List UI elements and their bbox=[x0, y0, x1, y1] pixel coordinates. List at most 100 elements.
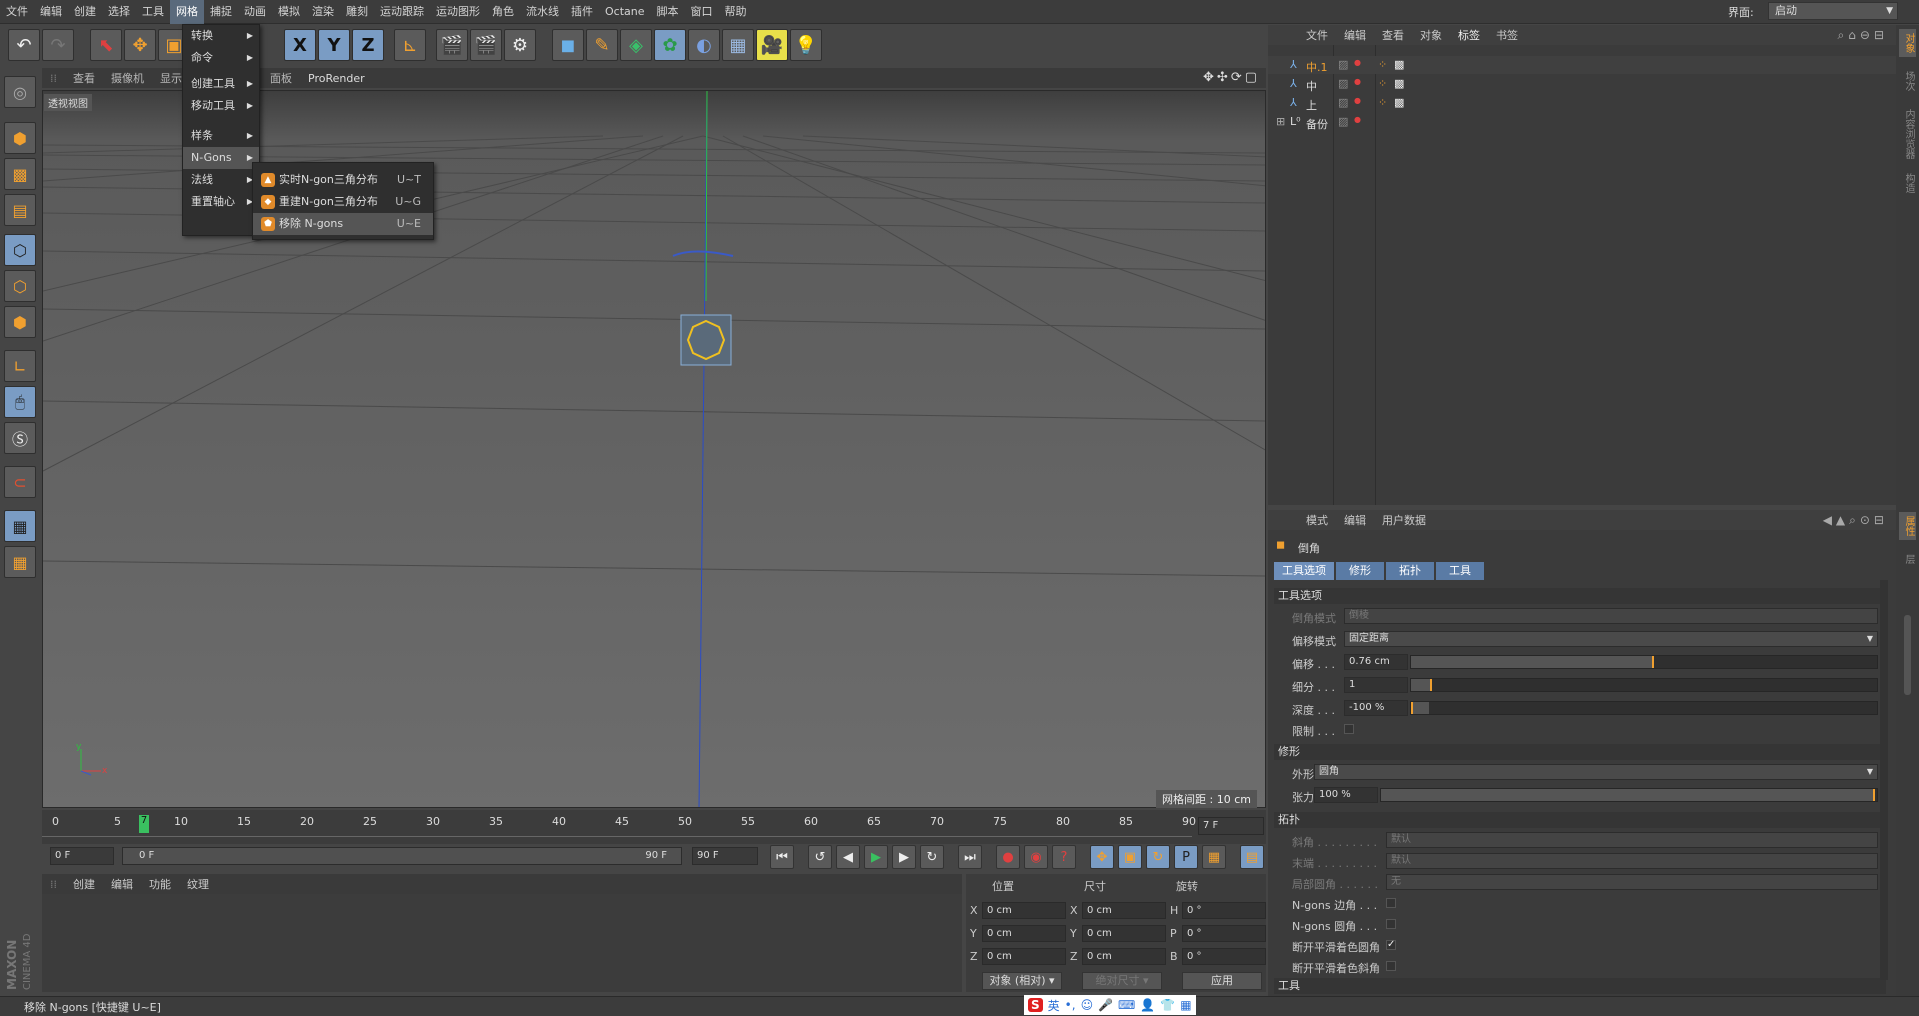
cube-icon[interactable]: ◼ bbox=[552, 29, 584, 61]
rot-h-field[interactable]: 0 ° bbox=[1182, 902, 1266, 919]
prev-frame-icon[interactable]: ◀ bbox=[836, 845, 860, 869]
om-menu-edit[interactable]: 编辑 bbox=[1336, 27, 1374, 43]
viewport-menu-view[interactable]: 查看 bbox=[65, 70, 103, 86]
workplane-lock-icon[interactable]: ▦ bbox=[4, 510, 36, 542]
vtab-objects[interactable]: 对象 bbox=[1899, 29, 1916, 57]
mesh-menu-spline[interactable]: 样条 ▶ bbox=[183, 125, 259, 147]
key-scale-icon[interactable]: ▣ bbox=[1118, 845, 1142, 869]
toolbox-icon[interactable]: ▦ bbox=[1180, 998, 1191, 1012]
visibility-dots-icon[interactable]: ● bbox=[1354, 96, 1361, 105]
tab-shaping[interactable]: 修形 bbox=[1336, 562, 1384, 580]
visibility-dots-icon[interactable]: ● bbox=[1354, 77, 1361, 86]
vtab-layers[interactable]: 层 bbox=[1899, 550, 1916, 568]
key-rotation-icon[interactable]: ↻ bbox=[1146, 845, 1170, 869]
om-menu-file[interactable]: 文件 bbox=[1298, 27, 1336, 43]
emoji-icon[interactable]: ☺ bbox=[1081, 998, 1094, 1012]
menu-character[interactable]: 角色 bbox=[486, 0, 520, 24]
timeline-playhead[interactable]: 7 bbox=[139, 815, 149, 833]
texture-tag-icon[interactable]: ▩ bbox=[1394, 96, 1404, 109]
texture-tag-icon[interactable]: ▩ bbox=[1394, 58, 1404, 71]
goto-end-icon[interactable]: ⏭ bbox=[958, 845, 982, 869]
ngons-item-retriangulate[interactable]: ◆ 重建N-gon三角分布 U~G bbox=[253, 191, 433, 213]
menu-script[interactable]: 脚本 bbox=[651, 0, 685, 24]
subdiv-field[interactable]: 1 bbox=[1344, 677, 1408, 693]
viewport-menu-prorender[interactable]: ProRender bbox=[300, 72, 373, 85]
visibility-dots-icon[interactable]: ● bbox=[1354, 58, 1361, 67]
menu-motion-tracker[interactable]: 运动跟踪 bbox=[374, 0, 430, 24]
ngons-item-remove[interactable]: ⬟ 移除 N-gons U~E bbox=[253, 213, 433, 235]
end-frame-field[interactable]: 90 F bbox=[692, 847, 758, 865]
key-pla-icon[interactable]: ▦ bbox=[1202, 845, 1226, 869]
start-frame-field[interactable]: 0 F bbox=[50, 847, 114, 865]
move-tool-icon[interactable]: ✥ bbox=[124, 29, 156, 61]
y-axis-lock-icon[interactable]: Y bbox=[318, 29, 350, 61]
am-menu-edit[interactable]: 编辑 bbox=[1336, 512, 1374, 528]
points-mode-icon[interactable]: ⬡ bbox=[4, 234, 36, 266]
mesh-menu-move-tools[interactable]: 移动工具 ▶ bbox=[183, 95, 259, 117]
tab-tool[interactable]: 工具 bbox=[1436, 562, 1484, 580]
menu-octane[interactable]: Octane bbox=[599, 0, 651, 24]
autokey-icon[interactable]: ◉ bbox=[1024, 845, 1048, 869]
mesh-menu-commands[interactable]: 命令 ▶ bbox=[183, 47, 259, 69]
record-icon[interactable]: ● bbox=[996, 845, 1020, 869]
prev-key-icon[interactable]: ↺ bbox=[808, 845, 832, 869]
subdivision-icon[interactable]: ◈ bbox=[620, 29, 652, 61]
current-frame-field[interactable]: 7 F bbox=[1198, 817, 1264, 835]
material-menu-function[interactable]: 功能 bbox=[141, 876, 179, 892]
next-frame-icon[interactable]: ▶ bbox=[892, 845, 916, 869]
pos-x-field[interactable]: 0 cm bbox=[982, 902, 1066, 919]
material-menu-create[interactable]: 创建 bbox=[65, 876, 103, 892]
floor-icon[interactable]: ▦ bbox=[722, 29, 754, 61]
skin-icon[interactable]: 👕 bbox=[1160, 998, 1175, 1012]
axis-mode-icon[interactable]: ∟ bbox=[4, 350, 36, 382]
object-row[interactable]: ⊞ L⁰ 备份 ▨ ● bbox=[1268, 113, 1896, 131]
key-position-icon[interactable]: ✥ bbox=[1090, 845, 1114, 869]
material-menu-texture[interactable]: 纹理 bbox=[179, 876, 217, 892]
mesh-menu-reset-axis[interactable]: 重置轴心 ▶ bbox=[183, 191, 259, 213]
ime-toolbar[interactable]: S 英 •, ☺ 🎤 ⌨ 👤 👕 ▦ bbox=[1024, 995, 1196, 1015]
quantize-icon[interactable]: ▦ bbox=[4, 546, 36, 578]
viewport-menu-panel[interactable]: 面板 bbox=[262, 70, 300, 86]
snap-icon[interactable]: ⊂ bbox=[4, 466, 36, 498]
play-icon[interactable]: ▶ bbox=[864, 845, 888, 869]
key-param-icon[interactable]: P bbox=[1174, 845, 1198, 869]
expand-icon[interactable]: ⊞ bbox=[1276, 115, 1285, 128]
vtab-content-browser[interactable]: 内容浏览器 bbox=[1899, 105, 1916, 163]
vtab-attributes[interactable]: 属性 bbox=[1899, 512, 1916, 540]
am-menu-user-data[interactable]: 用户数据 bbox=[1374, 512, 1434, 528]
render-view-icon[interactable]: 🎬 bbox=[436, 29, 468, 61]
coordinate-system-icon[interactable]: ⊾ bbox=[394, 29, 426, 61]
apply-button[interactable]: 应用 bbox=[1182, 972, 1262, 990]
ngons-round-checkbox[interactable] bbox=[1386, 919, 1396, 929]
viewport-nav-icons[interactable]: ✥✣⟳▢ bbox=[1203, 70, 1260, 85]
menu-snap[interactable]: 捕捉 bbox=[204, 0, 238, 24]
pen-icon[interactable]: ✎ bbox=[586, 29, 618, 61]
om-menu-tags[interactable]: 标签 bbox=[1450, 27, 1488, 43]
solo-icon[interactable]: Ⓢ bbox=[4, 422, 36, 454]
viewport-menu-cameras[interactable]: 摄像机 bbox=[103, 70, 152, 86]
menu-create[interactable]: 创建 bbox=[68, 0, 102, 24]
edges-mode-icon[interactable]: ⬡ bbox=[4, 270, 36, 302]
menu-animate[interactable]: 动画 bbox=[238, 0, 272, 24]
tension-slider[interactable] bbox=[1380, 788, 1878, 802]
tension-field[interactable]: 100 % bbox=[1314, 787, 1378, 803]
timeline-ruler[interactable]: 0 5 10 15 20 25 30 35 40 45 50 55 60 65 … bbox=[42, 810, 1266, 844]
light-icon[interactable]: 💡 bbox=[790, 29, 822, 61]
keyframe-selection-icon[interactable]: ? bbox=[1052, 845, 1076, 869]
section-tool[interactable]: 工具 bbox=[1274, 978, 1886, 994]
menu-pipeline[interactable]: 流水线 bbox=[520, 0, 565, 24]
menu-mesh[interactable]: 网格 bbox=[170, 0, 204, 24]
phong-tag-icon[interactable]: ⁘ bbox=[1378, 77, 1387, 90]
phong-tag-icon[interactable]: ⁘ bbox=[1378, 96, 1387, 109]
select-tool-icon[interactable]: ⬉ bbox=[90, 29, 122, 61]
layout-select[interactable]: 启动 ▼ bbox=[1768, 2, 1898, 20]
miter-select[interactable]: 默认 bbox=[1386, 832, 1878, 848]
subdiv-slider[interactable] bbox=[1410, 678, 1878, 692]
depth-slider[interactable] bbox=[1410, 701, 1878, 715]
mesh-menu-create-tools[interactable]: 创建工具 ▶ bbox=[183, 73, 259, 95]
next-key-icon[interactable]: ↻ bbox=[920, 845, 944, 869]
tab-tool-options[interactable]: 工具选项 bbox=[1274, 562, 1334, 580]
object-row[interactable]: ⅄ 中 ▨ ● ⁘ ▩ bbox=[1268, 75, 1896, 93]
ime-language[interactable]: 英 bbox=[1048, 997, 1060, 1014]
texture-mode-icon[interactable]: ▩ bbox=[4, 158, 36, 190]
